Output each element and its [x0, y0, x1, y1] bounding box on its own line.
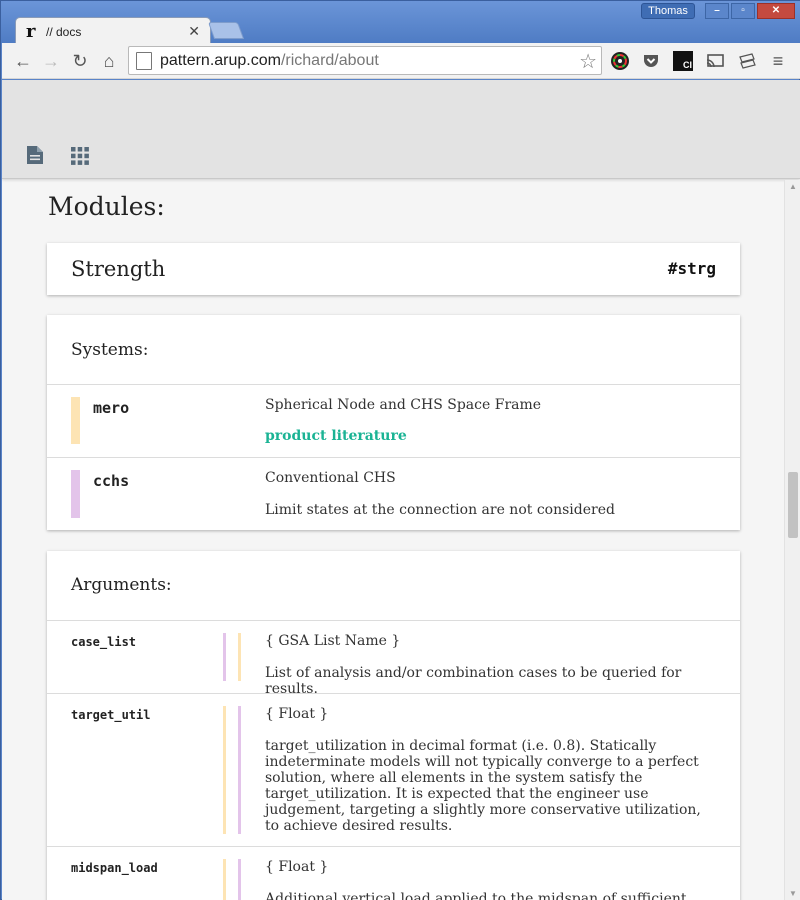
system-description: Conventional CHS	[265, 470, 396, 486]
forward-icon[interactable]: →	[40, 50, 62, 72]
page-viewport: ▲ ▼ Modules: Strength #strg Systems: mer…	[2, 80, 800, 900]
new-tab-button[interactable]	[207, 22, 245, 39]
system-note: Limit states at the connection are not c…	[265, 502, 615, 518]
document-icon[interactable]	[26, 145, 44, 165]
close-window-button[interactable]: ✕	[757, 3, 795, 19]
argument-marker-purple	[238, 706, 241, 834]
colorwheel-extension-icon[interactable]	[610, 51, 630, 71]
profile-button[interactable]: Thomas	[641, 3, 695, 19]
argument-description: Additional vertical load applied to the …	[265, 891, 700, 900]
module-title: Strength	[71, 257, 166, 281]
tab-favicon-icon: r	[26, 21, 36, 42]
system-description: Spherical Node and CHS Space Frame	[265, 397, 542, 413]
page-icon	[136, 51, 152, 70]
cast-icon[interactable]	[705, 51, 725, 71]
scrollbar-thumb[interactable]	[788, 472, 798, 538]
argument-name: case_list	[71, 635, 137, 649]
module-tag: #strg	[667, 259, 716, 278]
maximize-button[interactable]: ▫	[731, 3, 755, 19]
argument-marker-orange	[223, 859, 226, 900]
url-path: /richard/about	[280, 51, 379, 69]
url-host: pattern.arup.com	[160, 51, 281, 69]
arguments-heading: Arguments:	[71, 575, 172, 595]
argument-name: midspan_load	[71, 861, 158, 875]
argument-marker-purple	[238, 859, 241, 900]
arguments-card: Arguments: case_list { GSA List Name } L…	[47, 551, 740, 900]
pocket-icon[interactable]	[641, 51, 661, 71]
star-icon[interactable]: ☆	[579, 49, 597, 74]
systems-card: Systems: mero Spherical Node and CHS Spa…	[47, 315, 740, 530]
system-color-bar	[71, 397, 80, 444]
system-color-bar	[71, 470, 80, 518]
argument-name: target_util	[71, 708, 151, 722]
divider	[47, 846, 740, 847]
argument-type: { Float }	[265, 859, 329, 875]
vertical-scrollbar[interactable]: ▲ ▼	[784, 180, 800, 900]
modules-heading: Modules:	[48, 192, 165, 221]
argument-marker-orange	[223, 706, 226, 834]
argument-type: { Float }	[265, 706, 329, 722]
scroll-up-icon[interactable]: ▲	[789, 182, 797, 191]
back-icon[interactable]: ←	[12, 50, 34, 72]
menu-icon[interactable]: ≡	[767, 50, 789, 72]
argument-marker-orange	[238, 633, 241, 681]
module-card: Strength #strg	[47, 243, 740, 295]
grid-icon[interactable]	[71, 146, 89, 166]
browser-toolbar: ← → ↻ ⌂ pattern.arup.com/richard/about ☆…	[2, 43, 800, 79]
minimize-button[interactable]: –	[705, 3, 729, 19]
systems-heading: Systems:	[71, 340, 149, 360]
divider	[47, 693, 740, 694]
argument-description: target_utilization in decimal format (i.…	[265, 738, 701, 834]
scroll-down-icon[interactable]: ▼	[789, 889, 797, 898]
divider	[47, 384, 740, 385]
system-name: cchs	[93, 472, 130, 490]
address-bar[interactable]: pattern.arup.com/richard/about ☆	[128, 46, 602, 75]
tools-extension-icon[interactable]	[737, 51, 757, 71]
system-name: mero	[93, 399, 130, 417]
argument-marker-purple	[223, 633, 226, 681]
app-header	[2, 80, 800, 179]
browser-tab[interactable]: r // docs ✕	[15, 17, 211, 45]
divider	[47, 620, 740, 621]
argument-type: { GSA List Name }	[265, 633, 401, 649]
divider	[47, 457, 740, 458]
title-bar: r // docs ✕ Thomas – ▫ ✕	[1, 1, 800, 45]
home-icon[interactable]: ⌂	[98, 50, 120, 72]
tab-close-icon[interactable]: ✕	[188, 23, 200, 40]
product-literature-link[interactable]: product literature	[265, 428, 407, 444]
tab-title: // docs	[46, 24, 82, 39]
browser-window: r // docs ✕ Thomas – ▫ ✕ ← → ↻ ⌂ pattern…	[0, 0, 800, 900]
reload-icon[interactable]: ↻	[69, 50, 91, 72]
ci-extension-icon[interactable]: CI	[673, 51, 693, 71]
